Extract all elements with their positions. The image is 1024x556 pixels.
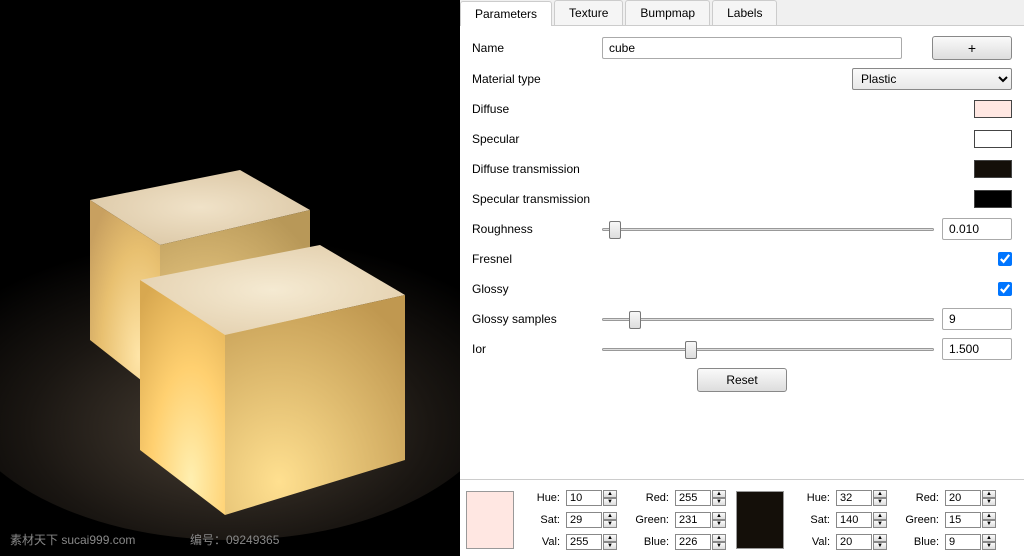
watermark-id: 编号：09249365: [190, 531, 279, 548]
up-icon[interactable]: ▲: [982, 534, 996, 542]
up-icon[interactable]: ▲: [603, 512, 617, 520]
color1-blue[interactable]: [675, 534, 711, 550]
glossy-samples-value[interactable]: [942, 308, 1012, 330]
render-preview: 素材天下 sucai999.com 编号：09249365: [0, 0, 460, 556]
tab-bumpmap[interactable]: Bumpmap: [625, 0, 710, 25]
properties-panel: Parameters Texture Bumpmap Labels Name +…: [460, 0, 1024, 556]
diffuse-trans-swatch[interactable]: [974, 160, 1012, 178]
down-icon[interactable]: ▼: [603, 498, 617, 506]
specular-trans-label: Specular transmission: [472, 192, 602, 206]
ior-slider[interactable]: [602, 340, 934, 358]
specular-swatch[interactable]: [974, 130, 1012, 148]
up-icon[interactable]: ▲: [712, 512, 726, 520]
watermark-site: 素材天下 sucai999.com: [10, 533, 135, 547]
color2-red[interactable]: [945, 490, 981, 506]
fresnel-label: Fresnel: [472, 252, 602, 266]
add-button[interactable]: +: [932, 36, 1012, 60]
down-icon[interactable]: ▼: [982, 520, 996, 528]
glossy-label: Glossy: [472, 282, 602, 296]
down-icon[interactable]: ▼: [712, 542, 726, 550]
fresnel-checkbox[interactable]: [998, 252, 1012, 266]
down-icon[interactable]: ▼: [603, 520, 617, 528]
color1-sat[interactable]: [566, 512, 602, 528]
glossy-samples-slider[interactable]: [602, 310, 934, 328]
down-icon[interactable]: ▼: [603, 542, 617, 550]
material-type-label: Material type: [472, 72, 602, 86]
down-icon[interactable]: ▼: [873, 542, 887, 550]
color2-hue[interactable]: [836, 490, 872, 506]
glossy-samples-label: Glossy samples: [472, 312, 602, 326]
up-icon[interactable]: ▲: [712, 534, 726, 542]
color1-green[interactable]: [675, 512, 711, 528]
reset-button[interactable]: Reset: [697, 368, 786, 392]
color1-red[interactable]: [675, 490, 711, 506]
up-icon[interactable]: ▲: [873, 534, 887, 542]
up-icon[interactable]: ▲: [603, 490, 617, 498]
color-picker-bar: Hue: ▲▼ Sat: ▲▼ Val: ▲▼ Red: ▲▼ Green: ▲…: [460, 479, 1024, 556]
up-icon[interactable]: ▲: [982, 490, 996, 498]
down-icon[interactable]: ▼: [712, 498, 726, 506]
tab-labels[interactable]: Labels: [712, 0, 777, 25]
roughness-label: Roughness: [472, 222, 602, 236]
roughness-slider[interactable]: [602, 220, 934, 238]
color1-swatch[interactable]: [466, 491, 514, 549]
specular-label: Specular: [472, 132, 602, 146]
glossy-checkbox[interactable]: [998, 282, 1012, 296]
roughness-value[interactable]: [942, 218, 1012, 240]
color2-swatch[interactable]: [736, 491, 784, 549]
up-icon[interactable]: ▲: [873, 512, 887, 520]
diffuse-swatch[interactable]: [974, 100, 1012, 118]
down-icon[interactable]: ▼: [873, 520, 887, 528]
tab-texture[interactable]: Texture: [554, 0, 623, 25]
up-icon[interactable]: ▲: [712, 490, 726, 498]
ior-label: Ior: [472, 342, 602, 356]
color2-green[interactable]: [945, 512, 981, 528]
ior-value[interactable]: [942, 338, 1012, 360]
down-icon[interactable]: ▼: [982, 498, 996, 506]
color2-blue[interactable]: [945, 534, 981, 550]
color1-hue[interactable]: [566, 490, 602, 506]
up-icon[interactable]: ▲: [603, 534, 617, 542]
up-icon[interactable]: ▲: [982, 512, 996, 520]
color1-val[interactable]: [566, 534, 602, 550]
color2-sat[interactable]: [836, 512, 872, 528]
specular-trans-swatch[interactable]: [974, 190, 1012, 208]
material-type-select[interactable]: Plastic: [852, 68, 1012, 90]
down-icon[interactable]: ▼: [873, 498, 887, 506]
color2-val[interactable]: [836, 534, 872, 550]
name-label: Name: [472, 41, 602, 55]
diffuse-label: Diffuse: [472, 102, 602, 116]
tab-parameters[interactable]: Parameters: [460, 1, 552, 26]
tab-bar: Parameters Texture Bumpmap Labels: [460, 0, 1024, 26]
up-icon[interactable]: ▲: [873, 490, 887, 498]
diffuse-trans-label: Diffuse transmission: [472, 162, 602, 176]
down-icon[interactable]: ▼: [712, 520, 726, 528]
name-input[interactable]: [602, 37, 902, 59]
down-icon[interactable]: ▼: [982, 542, 996, 550]
